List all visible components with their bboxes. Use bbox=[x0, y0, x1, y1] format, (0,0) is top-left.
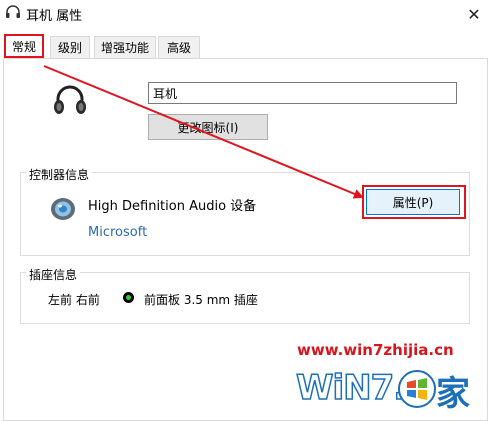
tab-label: 高级 bbox=[166, 41, 191, 55]
jack-info-label: 插座信息 bbox=[26, 266, 81, 283]
watermark-logo-text-right: 家 bbox=[436, 374, 470, 414]
tab-advanced[interactable]: 高级 bbox=[158, 36, 200, 58]
controller-device-name: High Definition Audio 设备 bbox=[88, 199, 257, 214]
controller-info-label: 控制器信息 bbox=[26, 166, 93, 183]
properties-button[interactable]: 属性(P) bbox=[366, 189, 460, 215]
tab-label: 增强功能 bbox=[100, 41, 149, 55]
tab-enhancements[interactable]: 增强功能 bbox=[94, 36, 156, 58]
window-title: 耳机 属性 bbox=[26, 9, 83, 24]
properties-label: 属性(P) bbox=[392, 195, 434, 210]
device-name-field[interactable] bbox=[148, 82, 457, 104]
tab-general[interactable]: 常规 bbox=[4, 34, 44, 58]
windows-logo-icon bbox=[398, 370, 436, 408]
change-icon-label: 更改图标(I) bbox=[177, 120, 239, 135]
speaker-icon bbox=[48, 194, 78, 224]
watermark-logo: WiN7. 家 bbox=[295, 362, 490, 418]
headphones-device-icon bbox=[50, 80, 90, 120]
manufacturer-link[interactable]: Microsoft bbox=[88, 225, 147, 240]
tab-label: 级别 bbox=[57, 41, 82, 55]
close-button[interactable]: ✕ bbox=[458, 0, 490, 28]
jack-location: 左前 右前 bbox=[48, 293, 100, 307]
headphones-icon bbox=[5, 4, 21, 20]
close-icon: ✕ bbox=[467, 4, 481, 24]
jack-color-dot bbox=[126, 295, 131, 300]
watermark-logo-text-left: WiN7. bbox=[295, 367, 407, 409]
tab-levels[interactable]: 级别 bbox=[50, 36, 90, 58]
change-icon-button[interactable]: 更改图标(I) bbox=[148, 114, 268, 140]
watermark-url: www.win7zhijia.cn bbox=[297, 341, 454, 359]
jack-description: 前面板 3.5 mm 插座 bbox=[144, 293, 258, 307]
tab-label: 常规 bbox=[11, 39, 36, 54]
